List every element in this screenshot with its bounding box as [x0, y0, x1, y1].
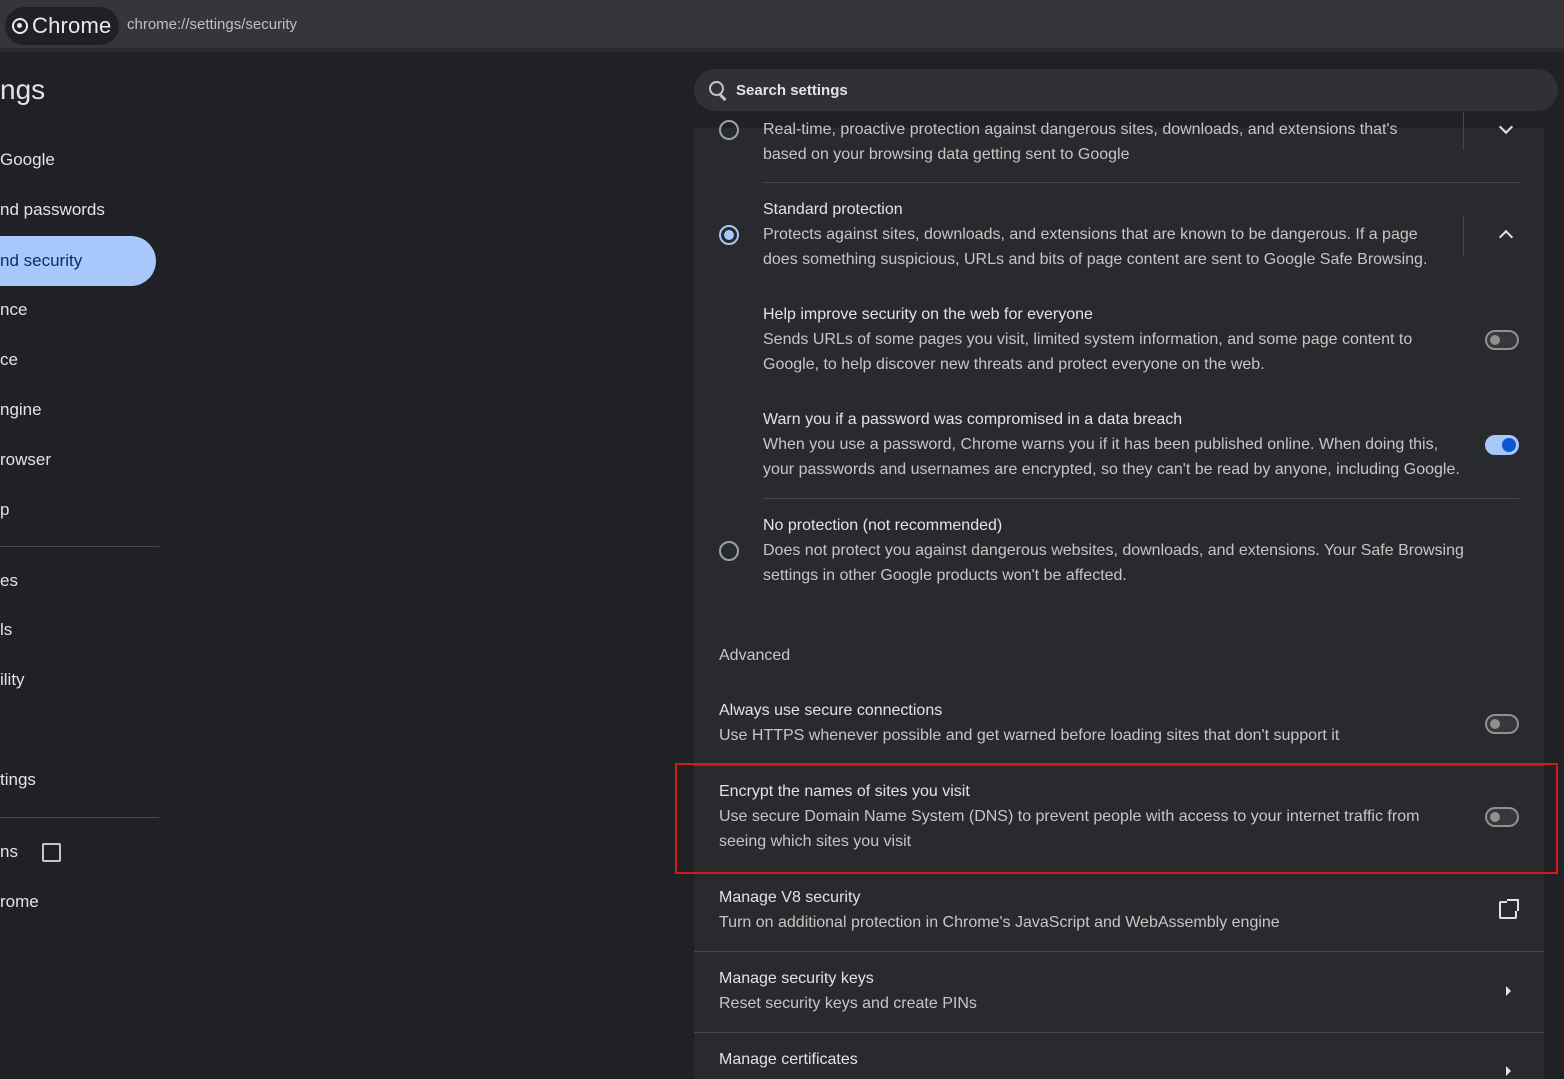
- sidebar: Google nd passwords nd security nce ce n…: [0, 128, 160, 1079]
- sidebar-item-label: ls: [0, 620, 13, 639]
- security-keys-desc: Reset security keys and create PINs: [719, 995, 977, 1012]
- no-protection-radio[interactable]: [719, 541, 739, 561]
- sidebar-item-appearance[interactable]: ce: [0, 335, 156, 385]
- sidebar-item-label: p: [0, 500, 10, 519]
- sidebar-item-on-startup[interactable]: p: [0, 485, 156, 535]
- password-warn-row: Warn you if a password was compromised i…: [763, 407, 1460, 482]
- secure-connections-desc: Use HTTPS whenever possible and get warn…: [719, 727, 1340, 744]
- sidebar-item-label: nd security: [0, 251, 83, 270]
- sidebar-item-label: nd passwords: [0, 200, 105, 219]
- sidebar-item-label: Google: [0, 150, 55, 169]
- row-divider: [763, 182, 1519, 183]
- sidebar-item-reset-settings[interactable]: tings: [0, 755, 156, 805]
- certificates-row[interactable]: Manage certificates: [719, 1047, 858, 1072]
- v8-security-title: Manage V8 security: [719, 889, 861, 906]
- sidebar-item-label: ility: [0, 670, 25, 689]
- standard-protection-desc-1: Protects against sites, downloads, and e…: [763, 226, 1418, 243]
- no-protection-title: No protection (not recommended): [763, 517, 1003, 534]
- password-warn-toggle[interactable]: [1485, 435, 1519, 455]
- enhanced-protection-radio[interactable]: [719, 120, 739, 140]
- v8-security-row[interactable]: Manage V8 security Turn on additional pr…: [719, 885, 1280, 935]
- sidebar-item-extensions[interactable]: ns: [0, 827, 156, 877]
- url-text[interactable]: chrome://settings/security: [127, 16, 297, 33]
- enhanced-protection-description: Real-time, proactive protection against …: [763, 121, 1398, 163]
- sidebar-item-label: rowser: [0, 450, 52, 469]
- sidebar-item-label: nce: [0, 300, 28, 319]
- sidebar-divider: [0, 817, 159, 818]
- sidebar-item-languages[interactable]: es: [0, 556, 156, 606]
- sidebar-item-label: ns: [0, 842, 18, 861]
- page-title: ngs: [0, 74, 46, 105]
- arrow-right-icon[interactable]: [1506, 986, 1511, 996]
- sidebar-item-autofill[interactable]: nd passwords: [0, 185, 156, 235]
- no-protection-row: No protection (not recommended) Does not…: [763, 513, 1464, 588]
- search-icon: [708, 80, 728, 100]
- advanced-section-label: Advanced: [719, 647, 791, 664]
- expand-divider: [1463, 112, 1464, 150]
- sidebar-item-label: es: [0, 571, 18, 590]
- standard-protection-row: Standard protection Protects against sit…: [763, 197, 1427, 272]
- help-improve-desc-1: Sends URLs of some pages you visit, limi…: [763, 331, 1413, 348]
- sidebar-item-performance[interactable]: nce: [0, 285, 156, 335]
- sidebar-divider: [0, 546, 159, 547]
- sidebar-item-default-browser[interactable]: rowser: [0, 435, 156, 485]
- standard-protection-radio[interactable]: [719, 225, 739, 245]
- sidebar-item-downloads[interactable]: ls: [0, 605, 156, 655]
- password-warn-desc-2: your passwords and usernames are encrypt…: [763, 461, 1460, 478]
- site-info-chip[interactable]: Chrome: [5, 7, 119, 45]
- help-improve-row: Help improve security on the web for eve…: [763, 302, 1412, 377]
- standard-protection-desc-2: does something suspicious, URLs and bits…: [763, 251, 1428, 268]
- secure-connections-title: Always use secure connections: [719, 702, 943, 719]
- search-input[interactable]: Search settings: [694, 69, 1558, 111]
- open-in-new-icon: [41, 842, 61, 862]
- standard-protection-title: Standard protection: [763, 201, 903, 218]
- v8-security-desc: Turn on additional protection in Chrome'…: [719, 914, 1280, 931]
- chip-label: Chrome: [32, 13, 112, 38]
- no-protection-desc-1: Does not protect you against dangerous w…: [763, 542, 1464, 559]
- highlight-box: [675, 763, 1558, 874]
- secure-connections-toggle[interactable]: [1485, 714, 1519, 734]
- sidebar-item-about-chrome[interactable]: rome: [0, 877, 156, 927]
- row-divider: [763, 498, 1519, 499]
- sidebar-item-label: rome: [0, 892, 39, 911]
- help-improve-desc-2: Google, to help discover new threats and…: [763, 356, 1265, 373]
- row-divider: [694, 951, 1544, 952]
- sidebar-item-search-engine[interactable]: ngine: [0, 385, 156, 435]
- address-bar: Chrome chrome://settings/security: [0, 0, 1564, 52]
- sidebar-item-you-and-google[interactable]: Google: [0, 135, 156, 185]
- no-protection-desc-2: settings in other Google products won't …: [763, 567, 1127, 584]
- security-keys-title: Manage security keys: [719, 970, 874, 987]
- security-keys-row[interactable]: Manage security keys Reset security keys…: [719, 966, 977, 1016]
- sidebar-item-privacy-security[interactable]: nd security: [0, 236, 156, 286]
- secure-connections-row: Always use secure connections Use HTTPS …: [719, 698, 1339, 748]
- sidebar-item-accessibility[interactable]: ility: [0, 655, 156, 705]
- search-placeholder: Search settings: [736, 81, 848, 99]
- help-improve-title: Help improve security on the web for eve…: [763, 306, 1093, 323]
- certificates-title: Manage certificates: [719, 1051, 858, 1068]
- open-in-new-icon[interactable]: [1499, 899, 1519, 919]
- arrow-right-icon[interactable]: [1506, 1066, 1511, 1076]
- sidebar-item-label: ngine: [0, 400, 42, 419]
- expand-divider: [1463, 215, 1464, 255]
- password-warn-title: Warn you if a password was compromised i…: [763, 411, 1183, 428]
- sidebar-item-label: tings: [0, 770, 36, 789]
- help-improve-toggle[interactable]: [1485, 330, 1519, 350]
- chrome-logo-icon: [12, 18, 28, 34]
- row-divider: [694, 1032, 1544, 1033]
- sidebar-item-label: ce: [0, 350, 18, 369]
- password-warn-desc-1: When you use a password, Chrome warns yo…: [763, 436, 1439, 453]
